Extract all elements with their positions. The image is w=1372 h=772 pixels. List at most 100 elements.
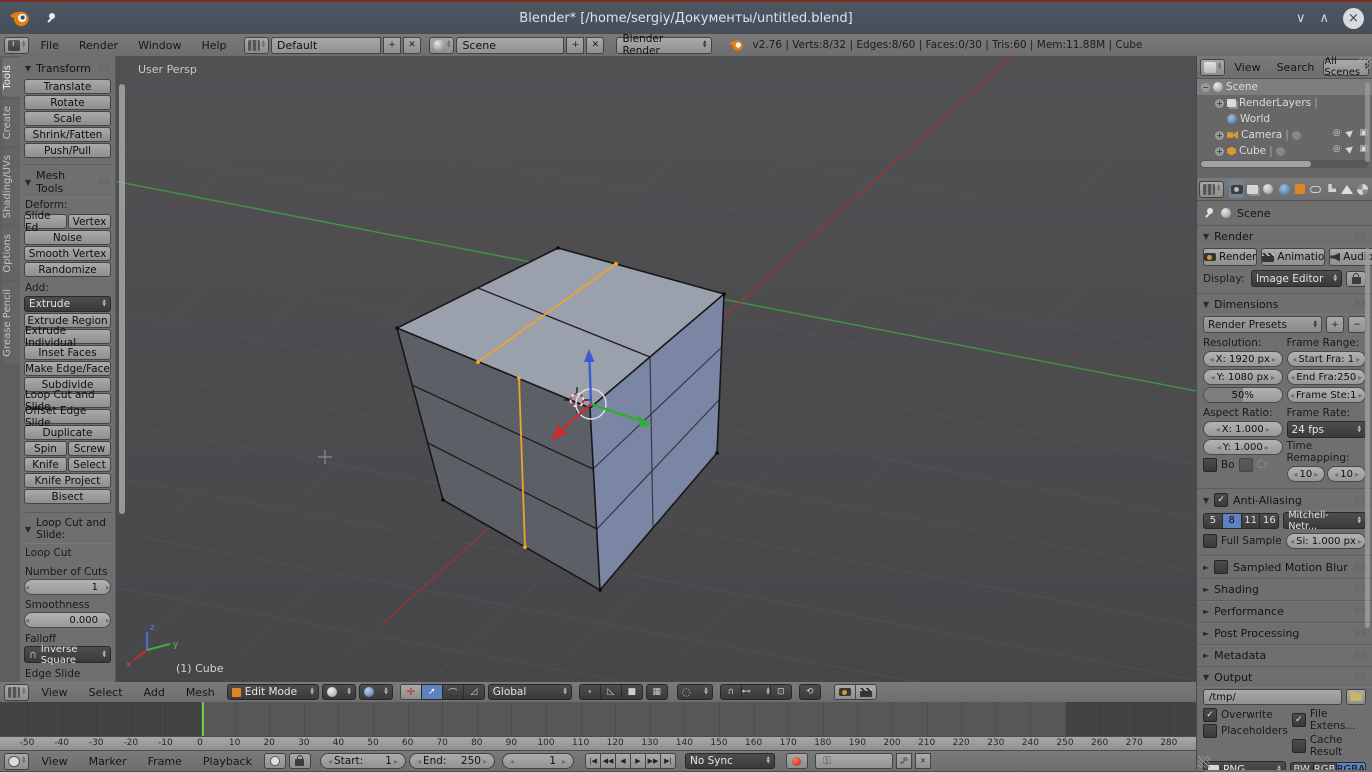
extrude-menu[interactable]: Extrude [24,296,111,312]
scene-name-field[interactable]: Scene [456,36,565,54]
render-panel-title[interactable]: Render [1214,230,1253,243]
tab-scene[interactable] [1261,180,1276,198]
current-frame-indicator[interactable] [202,702,204,736]
snap-toggle-button[interactable]: ∩ [719,684,742,700]
browse-folder-button[interactable] [1346,689,1366,705]
expand-icon[interactable]: + [1215,146,1224,156]
sync-mode-select[interactable]: No Sync [684,753,775,769]
color-mode-rgb[interactable]: RGB [1312,761,1337,770]
keying-set-field[interactable]: ⚿ [814,753,893,769]
knife-button[interactable]: Knife [24,457,67,472]
auto-keyframe-button[interactable] [785,753,808,769]
pivot-point-select[interactable] [358,684,393,700]
menu-window[interactable]: Window [129,39,190,52]
outliner-row-world[interactable]: World [1197,111,1372,127]
proportional-edit-select[interactable]: ◌ [676,684,713,700]
manipulator-rotate-button[interactable]: ⌒ [441,684,464,700]
frame-rate-select[interactable]: 24 fps [1286,421,1366,438]
tab-modifiers[interactable] [1324,180,1339,198]
tab-material[interactable] [1355,180,1370,198]
color-mode-rgba[interactable]: RGBA [1335,761,1366,770]
crop-checkbox[interactable] [1238,458,1253,472]
knife-project-button[interactable]: Knife Project [24,473,111,488]
menu-file[interactable]: File [31,39,67,52]
corner-resize-grip[interactable] [1198,756,1210,768]
outliner-row-camera[interactable]: + Camera | ◎ ▶ ▣ [1197,127,1372,143]
aa-checkbox[interactable]: ✓ [1214,493,1229,507]
previous-keyframe-button[interactable]: ◀◀ [599,753,616,769]
offset-edge-slide-button[interactable]: Offset Edge Slide [24,405,111,429]
slide-vertex-button[interactable]: Vertex [68,214,111,229]
preview-range-button[interactable] [263,753,286,769]
selectability-arrow-icon[interactable]: ▶ [1344,143,1356,155]
file-format-select[interactable]: PNG [1203,761,1286,770]
number-of-cuts-field[interactable]: 1 [24,579,111,595]
cube-mesh[interactable] [395,246,726,592]
aa-samples-11[interactable]: 11 [1240,512,1261,529]
mode-select[interactable]: Edit Mode [226,684,319,700]
menu-render[interactable]: Render [70,39,127,52]
transform-panel-title[interactable]: Transform [36,62,91,75]
make-edge-face-button[interactable]: Make Edge/Face [24,361,111,376]
remap-old-field[interactable]: 10 [1286,466,1326,482]
tool-shelf-scrollbar[interactable] [119,84,125,514]
expand-icon[interactable]: + [1215,130,1224,140]
pin-id-icon[interactable] [1205,208,1215,218]
preset-remove-button[interactable]: − [1348,316,1366,333]
overwrite-checkbox[interactable]: ✓ [1203,708,1217,722]
mesh-tools-panel-title[interactable]: Mesh Tools [36,169,93,195]
smooth-vertex-button[interactable]: Smooth Vertex [24,246,111,261]
resolution-percentage-slider[interactable]: 50% [1203,387,1283,403]
file-extensions-checkbox[interactable]: ✓ [1291,713,1306,727]
delete-keyframe-button[interactable]: ✕ [914,753,931,769]
output-path-field[interactable]: /tmp/ [1203,689,1342,705]
extrude-individual-button[interactable]: Extrude Individual [24,325,111,349]
scene-delete-button[interactable]: ✕ [586,36,605,54]
manipulator-toggle-button[interactable]: ✛ [399,684,422,700]
aspect-x-field[interactable]: X: 1.000 [1203,421,1283,437]
editor-type-button-timeline[interactable] [4,752,30,770]
full-sample-checkbox[interactable] [1203,534,1217,548]
viewport-shading-select[interactable] [321,684,356,700]
screen-layout-add-button[interactable]: + [382,36,401,54]
loop-cut-panel-title[interactable]: Loop Cut and Slide: [36,517,110,541]
placeholders-checkbox[interactable] [1203,724,1217,738]
insert-keyframe-button[interactable]: 🗝 [895,753,912,769]
lamp-object[interactable] [318,450,332,464]
cache-result-checkbox[interactable] [1291,739,1306,753]
view3d-menu-add[interactable]: Add [135,686,174,699]
jump-to-start-button[interactable]: |◀ [584,753,601,769]
timeline-tracks[interactable]: -50 -40 -30 -20 -10 0 10 20 30 40 50 60 70 80 90 100 110… [0,702,1196,750]
face-select-mode-button[interactable]: ■ [620,684,643,700]
remap-new-field[interactable]: 10 [1327,466,1366,482]
preset-add-button[interactable]: + [1326,316,1344,333]
window-close-button[interactable]: × [1343,7,1364,29]
tab-render[interactable] [1229,180,1245,198]
metadata-panel[interactable]: Metadata [1214,649,1266,662]
visibility-eye-icon[interactable]: ◎ [1333,144,1341,154]
aa-samples-5[interactable]: 5 [1203,512,1223,529]
window-minimize-icon[interactable]: ∨ [1296,11,1306,26]
tab-options[interactable]: Options [2,227,20,280]
aspect-y-field[interactable]: Y: 1.000 [1203,439,1283,455]
resolution-x-field[interactable]: X: 1920 px [1203,351,1283,367]
outliner-hscrollbar[interactable] [1200,160,1368,168]
spin-button[interactable]: Spin [24,441,67,456]
collapse-icon[interactable]: − [1201,82,1210,92]
visibility-eye-icon[interactable]: ◎ [1333,128,1341,138]
properties-scrollbar[interactable] [1365,248,1370,628]
filter-size-field[interactable]: Si: 1.000 px [1286,533,1366,549]
jump-to-end-button[interactable]: ▶| [659,753,676,769]
translate-button[interactable]: Translate [24,79,111,94]
opengl-render-image-button[interactable] [833,684,856,700]
selectability-arrow-icon[interactable]: ▶ [1344,127,1356,139]
aa-samples-8[interactable]: 8 [1221,512,1242,529]
render-engine-select[interactable]: Blender Render [616,33,713,57]
snap-target-button[interactable]: ⊡ [769,684,792,700]
aa-filter-select[interactable]: Mitchell-Netr... [1283,510,1366,532]
color-mode-bw[interactable]: BW [1289,761,1314,770]
editor-type-button-outliner[interactable] [1200,58,1226,76]
view3d-menu-mesh[interactable]: Mesh [177,686,224,699]
render-presets-select[interactable]: Render Presets [1203,316,1322,333]
vertex-select-mode-button[interactable]: ⬝ [578,684,601,700]
